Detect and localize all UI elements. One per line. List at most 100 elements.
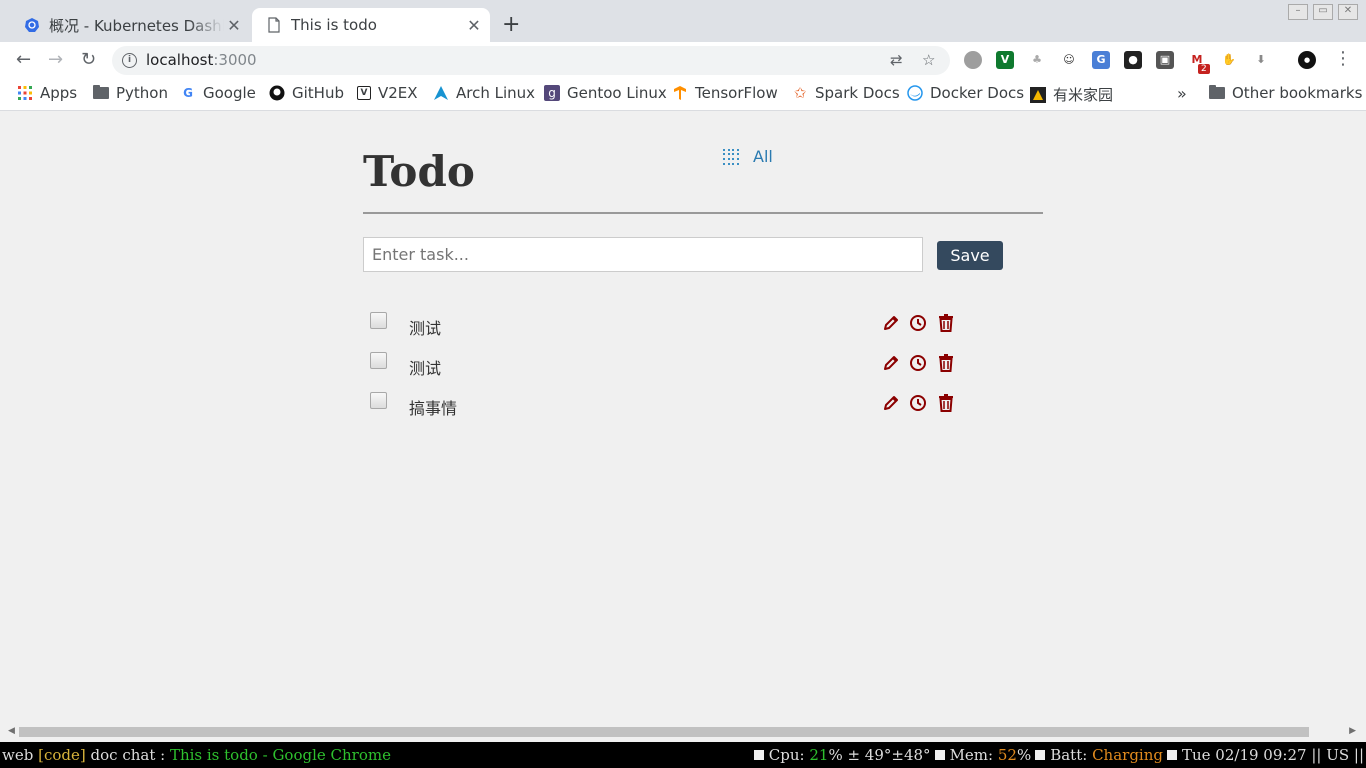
extension-circle-icon[interactable] [964, 51, 982, 69]
reload-icon[interactable]: ↻ [81, 50, 96, 70]
bookmark-apps[interactable]: Apps [17, 84, 77, 102]
tab-title: 概况 - Kubernetes Dashboard [49, 16, 224, 35]
task-row: 测试 [363, 352, 1003, 382]
scroll-left-arrow-icon[interactable]: ◀ [8, 726, 15, 736]
back-arrow-icon[interactable]: ← [16, 50, 31, 70]
battery-status: Charging [1092, 746, 1163, 764]
separator-square [934, 750, 945, 760]
bookmark-label: Other bookmarks [1232, 84, 1363, 102]
spark-icon: ✩ [793, 84, 807, 102]
download-arrow-icon[interactable]: ⬇ [1252, 51, 1270, 69]
bookmark-label: 有米家园 [1053, 86, 1114, 104]
bookmark-label: GitHub [292, 84, 344, 102]
trash-icon[interactable] [936, 353, 956, 373]
edit-pencil-icon[interactable] [881, 353, 901, 373]
clock-icon[interactable] [908, 393, 928, 413]
new-tab-button[interactable]: + [502, 14, 520, 36]
task-checkbox[interactable] [370, 312, 387, 329]
bookmark-star-icon[interactable]: ☆ [922, 51, 935, 69]
separator-square [1035, 750, 1046, 760]
info-icon[interactable]: i [122, 53, 137, 68]
task-checkbox[interactable] [370, 352, 387, 369]
google-translate-icon[interactable]: G [1092, 51, 1110, 69]
bookmark-label: V2EX [378, 84, 418, 102]
bookmark-tensorflow[interactable]: TensorFlow [672, 84, 778, 102]
bookmark-other-bookmarks[interactable]: Other bookmarks [1209, 84, 1362, 102]
horizontal-scrollbar[interactable]: ◀ ▶ [4, 725, 1360, 739]
cpu-label: Cpu: [768, 746, 805, 764]
bookmark-google[interactable]: G Google [180, 84, 256, 102]
bookmark-gentoo-linux[interactable]: g Gentoo Linux [544, 84, 667, 102]
tab-kubernetes-dashboard[interactable]: 概况 - Kubernetes Dashboard ✕ [10, 8, 250, 42]
close-window-button[interactable]: ✕ [1338, 4, 1358, 20]
workspace-current[interactable]: [code] [38, 746, 86, 764]
task-row: 测试 [363, 312, 1003, 342]
menu-dots-icon[interactable]: ⋮ [1334, 48, 1352, 69]
filter-all-link[interactable]: All [723, 147, 773, 166]
google-icon: G [183, 86, 193, 100]
task-text: 测试 [409, 319, 442, 338]
task-input[interactable] [363, 237, 923, 272]
task-row: 搞事情 [363, 392, 1003, 422]
clock-datetime: Tue 02/19 09:27 [1182, 746, 1307, 764]
workspace-info: web [code] doc chat : This is todo - Goo… [2, 746, 391, 764]
scrollbar-thumb[interactable] [19, 727, 1309, 737]
clock-icon[interactable] [908, 313, 928, 333]
bookmark-label: Python [116, 84, 168, 102]
minimize-button[interactable]: – [1288, 4, 1308, 20]
bookmark-spark-docs[interactable]: ✩ Spark Docs [792, 84, 900, 102]
browser-toolbar: ← → ↻ i localhost:3000 ⇄ ☆ V ♣ ☺ G ● ▣ M… [0, 42, 1366, 79]
bookmark-label: Apps [40, 84, 78, 102]
forward-arrow-icon[interactable]: → [48, 50, 63, 70]
extension-puzzle-icon[interactable]: ▣ [1156, 51, 1174, 69]
extension-tree-icon[interactable]: ♣ [1028, 51, 1046, 69]
extension-cat-icon[interactable]: ☺ [1060, 51, 1078, 69]
bookmarks-bar: Apps Python G Google GitHub V V2EX Arch … [0, 79, 1366, 111]
workspace-others: doc chat : [90, 746, 166, 764]
trash-icon[interactable] [936, 313, 956, 333]
edit-pencil-icon[interactable] [881, 313, 901, 333]
folder-icon [1209, 85, 1225, 101]
bookmark-v2ex[interactable]: V V2EX [357, 84, 418, 102]
scroll-right-arrow-icon[interactable]: ▶ [1349, 726, 1356, 736]
close-tab-icon[interactable]: ✕ [464, 16, 484, 35]
filter-label: All [753, 147, 773, 166]
tensorflow-icon [674, 86, 686, 100]
extension-v-icon[interactable]: V [996, 51, 1014, 69]
title-divider [363, 212, 1043, 214]
arch-linux-icon [434, 86, 448, 100]
system-monitors: Cpu: 21% ± 49°±48° Mem: 52% Batt: Charging… [750, 746, 1364, 764]
trash-icon[interactable] [936, 393, 956, 413]
task-text: 搞事情 [409, 399, 458, 418]
temperature-readout: % ± 49°±48° [828, 746, 931, 764]
task-text: 测试 [409, 359, 442, 378]
tab-this-is-todo[interactable]: This is todo ✕ [252, 8, 490, 42]
extension-mask-icon[interactable]: ● [1124, 51, 1142, 69]
address-bar[interactable]: i localhost:3000 ⇄ ☆ [112, 46, 950, 75]
edit-pencil-icon[interactable] [881, 393, 901, 413]
bookmark-label: Arch Linux [456, 84, 536, 102]
window-title: This is todo - Google Chrome [169, 746, 391, 764]
bookmark-github[interactable]: GitHub [269, 84, 344, 102]
system-status-bar: web [code] doc chat : This is todo - Goo… [0, 742, 1366, 768]
bookmark-arch-linux[interactable]: Arch Linux [433, 84, 535, 102]
workspace-web[interactable]: web [2, 746, 33, 764]
translate-icon[interactable]: ⇄ [890, 51, 903, 69]
profile-avatar[interactable]: ● [1298, 51, 1316, 69]
task-checkbox[interactable] [370, 392, 387, 409]
extension-gnome-icon[interactable]: ✋ [1220, 51, 1238, 69]
bookmark-docker-docs[interactable]: Docker Docs [907, 84, 1024, 102]
bookmark-youmi[interactable]: 有米家园 [1030, 84, 1113, 105]
battery-label: Batt: [1050, 746, 1088, 764]
kubernetes-icon [25, 18, 39, 32]
bookmark-label: Docker Docs [930, 84, 1025, 102]
separator-square [753, 750, 764, 760]
bookmarks-overflow-button[interactable]: » [1177, 84, 1187, 103]
close-tab-icon[interactable]: ✕ [224, 16, 244, 35]
clock-icon[interactable] [908, 353, 928, 373]
save-button[interactable]: Save [937, 241, 1003, 270]
gentoo-icon: g [544, 85, 560, 101]
bookmark-python[interactable]: Python [93, 84, 168, 102]
tab-strip: 概况 - Kubernetes Dashboard ✕ This is todo… [0, 0, 1366, 42]
maximize-button[interactable]: ▭ [1313, 4, 1333, 20]
